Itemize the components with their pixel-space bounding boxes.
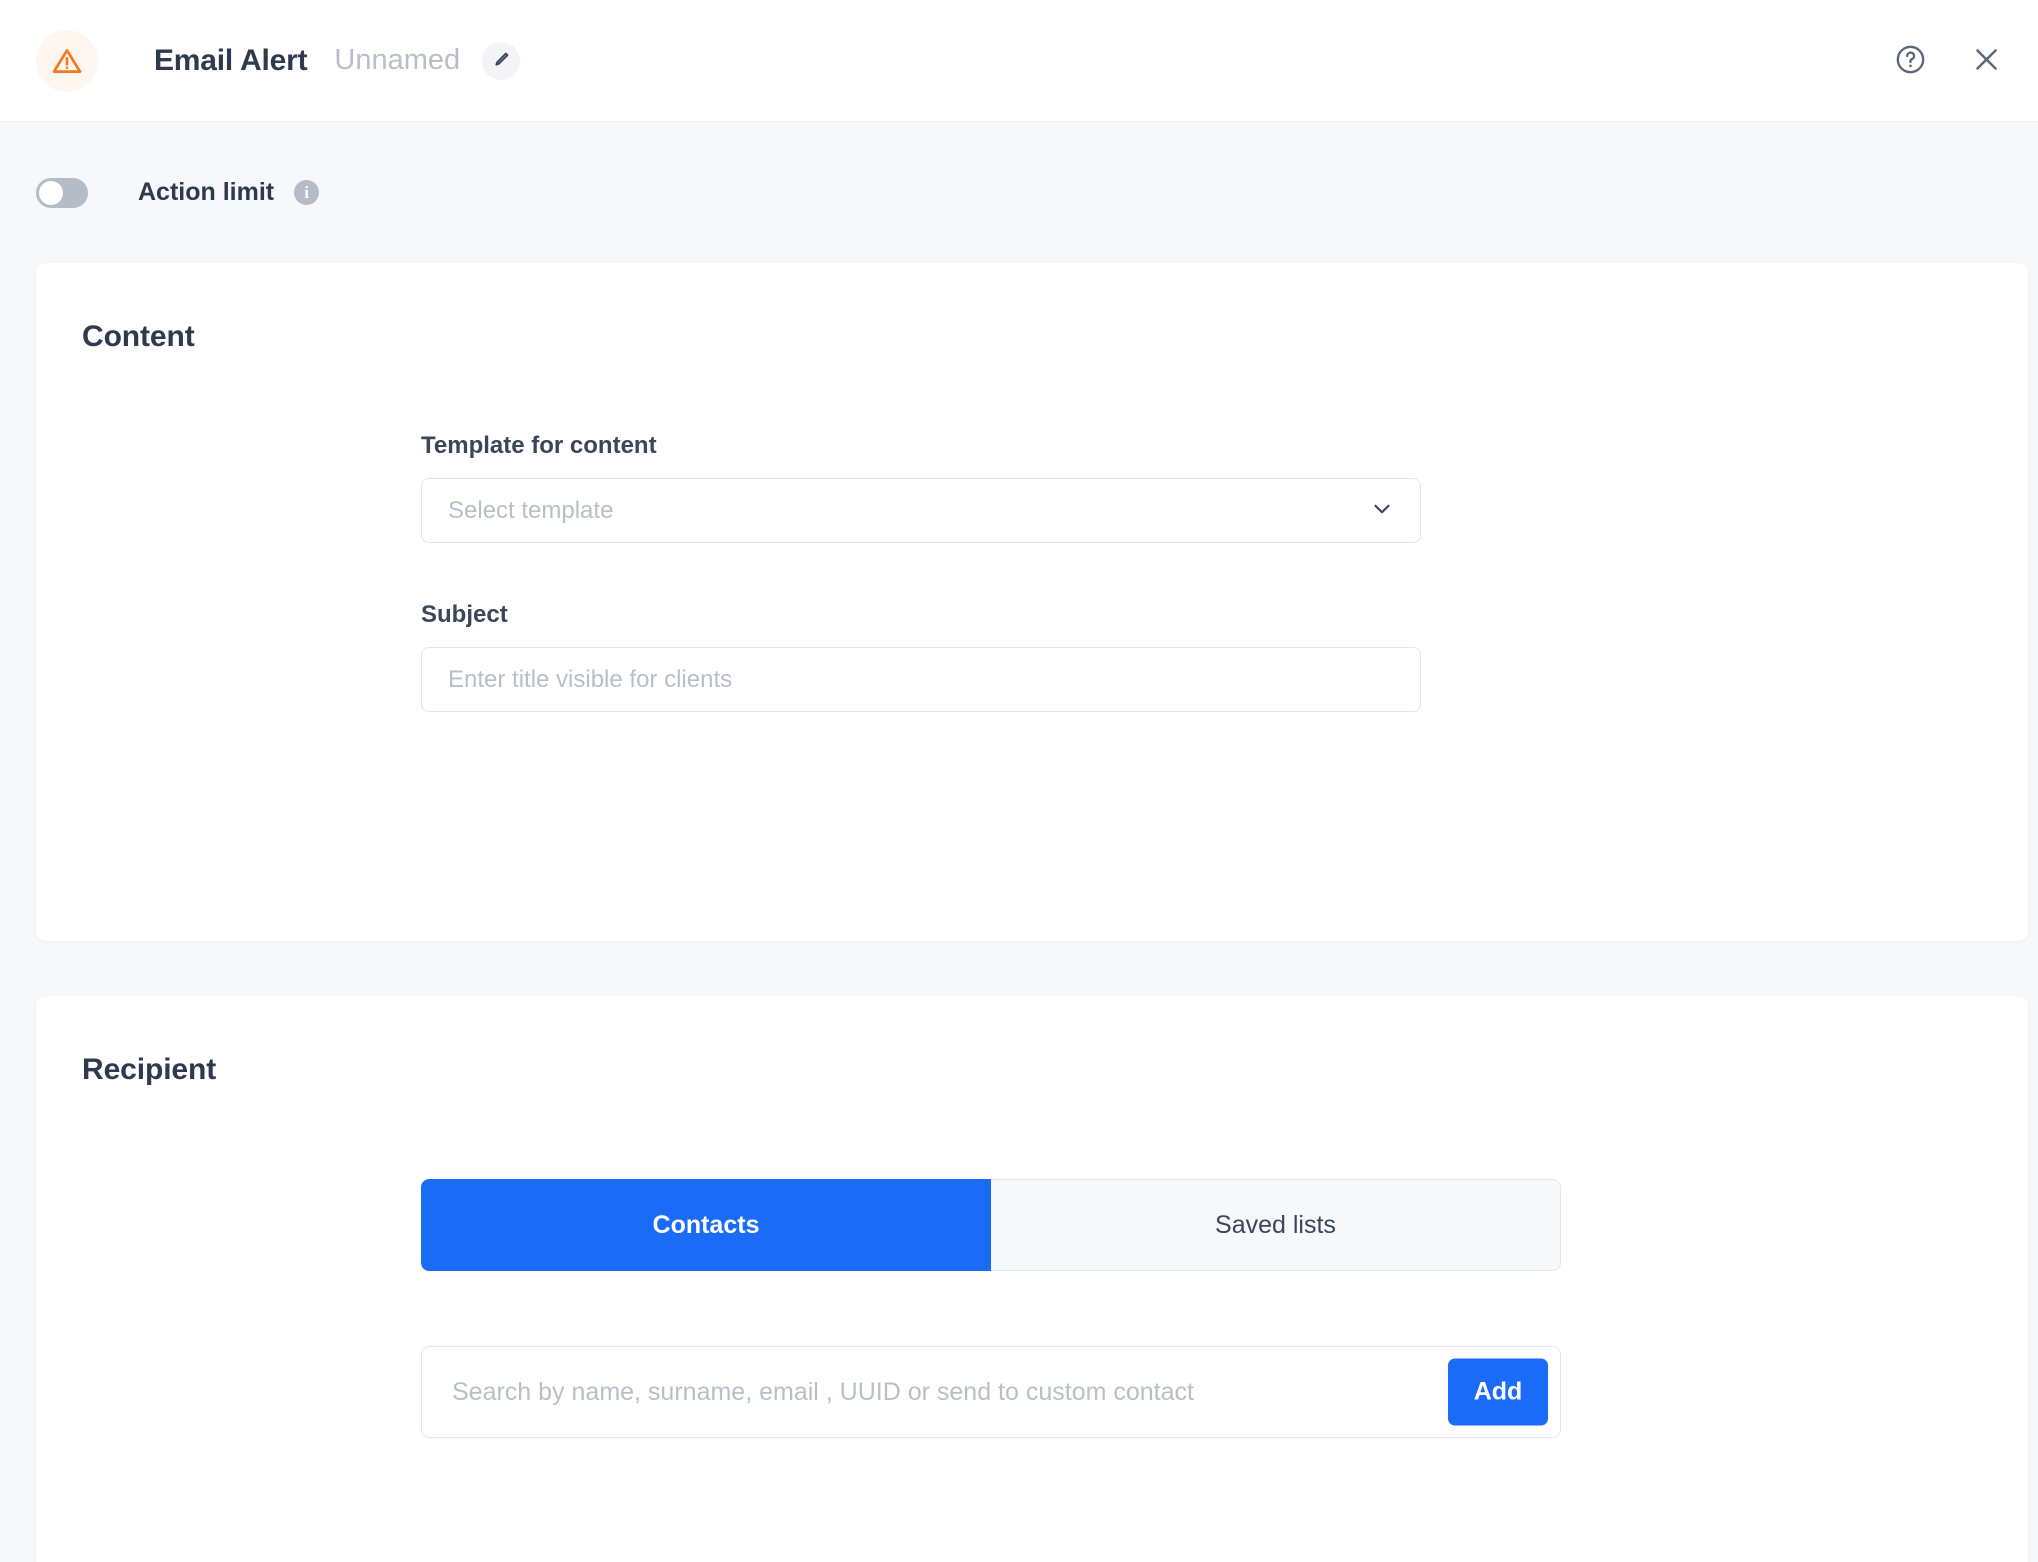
template-select[interactable]: Select template — [421, 478, 1421, 543]
template-field-block: Template for content Select template — [421, 432, 1421, 543]
toggle-knob — [39, 180, 63, 205]
subject-input[interactable] — [421, 647, 1421, 712]
recipient-section-title: Recipient — [82, 1053, 217, 1086]
action-limit-label: Action limit — [138, 178, 275, 206]
help-button[interactable] — [1894, 43, 1927, 79]
content-card: Content Template for content Select temp… — [36, 263, 2028, 941]
tab-saved-lists[interactable]: Saved lists — [991, 1179, 1561, 1271]
content-form: Template for content Select template Sub… — [421, 432, 1421, 712]
action-limit-toggle[interactable] — [36, 177, 88, 208]
template-select-wrap: Select template — [421, 478, 1421, 543]
header-right-group — [1894, 43, 2002, 79]
help-circle-icon — [1894, 43, 1927, 79]
toolbar: Action limit i — [0, 122, 2038, 263]
window-header: Email Alert Unnamed — [0, 0, 2038, 122]
subject-field-block: Subject — [421, 601, 1421, 712]
tab-contacts[interactable]: Contacts — [421, 1179, 991, 1271]
recipient-card: Recipient Contacts Saved lists Add — [36, 996, 2028, 1562]
recipient-search-input[interactable] — [421, 1346, 1561, 1438]
header-left-group: Email Alert Unnamed — [36, 29, 521, 92]
pencil-icon — [492, 50, 511, 72]
add-recipient-button[interactable]: Add — [1448, 1358, 1548, 1426]
subject-label: Subject — [421, 601, 508, 628]
recipient-search-wrap: Add — [421, 1346, 1561, 1438]
warning-triangle-icon — [36, 29, 98, 92]
info-icon[interactable]: i — [294, 180, 320, 205]
content-section-title: Content — [82, 320, 195, 353]
template-label: Template for content — [421, 432, 657, 459]
recipient-tab-group: Contacts Saved lists — [421, 1179, 1561, 1271]
page-title: Email Alert — [154, 43, 308, 77]
action-limit-row: Action limit i — [36, 177, 320, 208]
close-icon — [1971, 44, 2002, 78]
alert-name: Unnamed — [334, 44, 461, 76]
edit-name-button[interactable] — [482, 41, 521, 80]
close-button[interactable] — [1971, 44, 2002, 78]
